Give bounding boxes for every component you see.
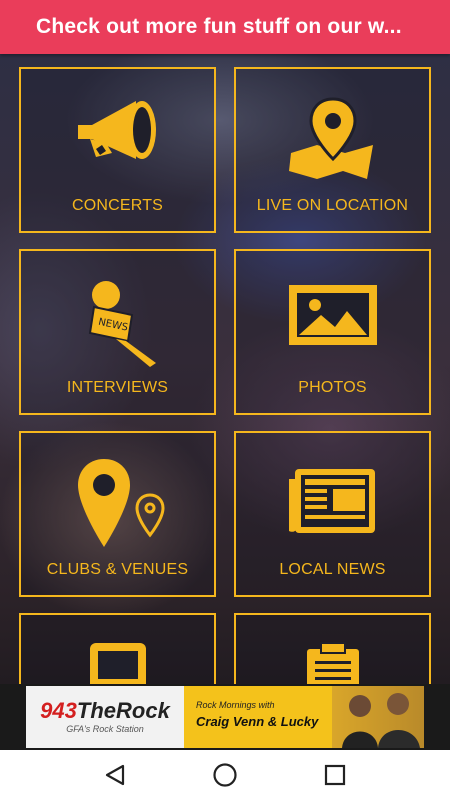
news-microphone-icon: NEWS bbox=[88, 281, 156, 367]
ad-logo-number: 943 bbox=[40, 698, 77, 723]
tile-interviews[interactable]: NEWS INTERVIEWS bbox=[19, 249, 216, 415]
megaphone-icon bbox=[77, 101, 156, 159]
ad-line2: Craig Venn & Lucky bbox=[196, 714, 319, 729]
map-pin-icon bbox=[288, 97, 373, 179]
ad-line1: Rock Mornings with bbox=[196, 700, 275, 710]
ad-banner[interactable]: 943TheRock GFA's Rock Station Rock Morni… bbox=[0, 684, 450, 750]
tile-label: INTERVIEWS bbox=[66, 379, 169, 396]
ad-logo: 943TheRock GFA's Rock Station bbox=[26, 686, 184, 748]
tile-live-on-location[interactable]: LIVE ON LOCATION bbox=[234, 67, 431, 233]
tile-label: LIVE ON LOCATION bbox=[256, 197, 409, 214]
tile-concerts[interactable]: CONCERTS bbox=[19, 67, 216, 233]
recents-icon[interactable] bbox=[323, 763, 347, 787]
promo-banner[interactable]: Check out more fun stuff on our w... bbox=[0, 0, 450, 54]
location-pins-icon bbox=[77, 459, 165, 547]
tile-label: LOCAL NEWS bbox=[279, 561, 386, 578]
ad-hosts-photo bbox=[332, 686, 424, 748]
home-icon[interactable] bbox=[212, 762, 238, 788]
tile-local-news[interactable]: LOCAL NEWS bbox=[234, 431, 431, 597]
tile-label: CONCERTS bbox=[71, 197, 164, 214]
tile-photos[interactable]: PHOTOS bbox=[234, 249, 431, 415]
newspaper-icon bbox=[288, 469, 375, 533]
tile-clubs-venues[interactable]: CLUBS & VENUES bbox=[19, 431, 216, 597]
ad-promo: Rock Mornings with Craig Venn & Lucky bbox=[184, 686, 424, 748]
ad-logo-tagline: GFA's Rock Station bbox=[66, 724, 144, 734]
photo-icon bbox=[288, 285, 377, 345]
system-nav-bar bbox=[0, 750, 450, 800]
tile-label: PHOTOS bbox=[298, 379, 367, 396]
tile-label: CLUBS & VENUES bbox=[46, 561, 189, 578]
promo-banner-text: Check out more fun stuff on our w... bbox=[36, 15, 402, 38]
back-icon[interactable] bbox=[103, 763, 127, 787]
ad-logo-name: TheRock bbox=[76, 698, 170, 723]
